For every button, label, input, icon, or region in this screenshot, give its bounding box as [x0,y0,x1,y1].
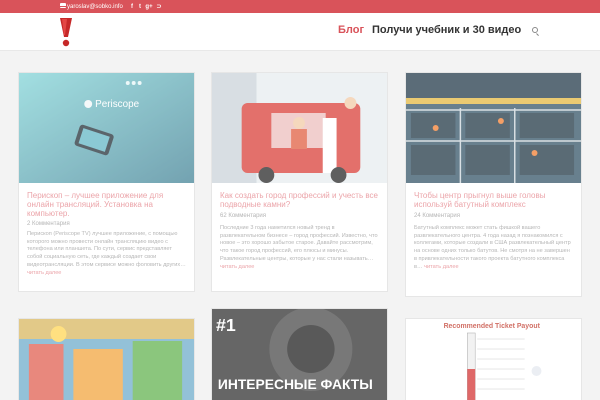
top-bar: yaroslav@sobko.info f t g+ ⊃ [0,0,600,13]
post-excerpt: Последние 3 года наметился новый тренд в… [220,225,380,271]
post-thumbnail-interesting-facts[interactable]: #1 ИНТЕРЕСНЫЕ ФАКТЫ [212,309,387,400]
post-thumbnail-ticket-payout[interactable]: Recommended Ticket Payout [406,319,581,400]
post-card [18,318,195,400]
post-title[interactable]: Перископ – лучшее приложение для онлайн … [27,191,187,218]
post-thumbnail-periscope[interactable]: Periscope [19,73,194,183]
search-icon[interactable] [532,27,538,33]
post-card: #1 ИНТЕРЕСНЫЕ ФАКТЫ [211,308,388,400]
twitter-icon[interactable]: t [136,1,144,12]
post-excerpt: Батутный комплекс может стать фишкой ваш… [414,225,574,271]
post-card: Periscope Перископ – лучшее приложение д… [18,72,195,292]
facebook-icon[interactable]: f [128,1,136,12]
post-card: Чтобы центр прыгнул выше головы использу… [405,72,582,297]
nav-blog[interactable]: Блог [338,24,364,36]
post-thumbnail-playground[interactable] [19,319,194,400]
read-more-link[interactable]: читать далее [220,264,254,270]
post-comments-count[interactable]: 2 Комментария [27,221,70,227]
logo-exclamation-icon[interactable] [59,17,73,47]
post-comments-count[interactable]: 62 Комментария [220,213,266,219]
thumbnail-caption: ИНТЕРЕСНЫЕ ФАКТЫ [218,376,373,392]
post-thumbnail-fire-truck[interactable] [212,73,387,183]
read-more-link[interactable]: читать далее [27,270,61,276]
nav-get-textbook[interactable]: Получи учебник и 30 видео [372,24,521,36]
post-thumbnail-trampoline[interactable] [406,73,581,183]
post-excerpt-text: Перископ (Periscope TV) лучшее приложени… [27,231,186,268]
post-title[interactable]: Как создать город профессий и учесть все… [220,191,380,209]
google-plus-icon[interactable]: g+ [145,1,153,12]
thumbnail-caption: Recommended Ticket Payout [444,323,541,330]
rss-icon[interactable]: ⊃ [155,1,163,12]
thumbnail-caption: Periscope [95,99,139,110]
post-comments-count[interactable]: 24 Комментария [414,213,460,219]
thumbnail-number: #1 [216,315,236,335]
post-title[interactable]: Чтобы центр прыгнул выше головы использу… [414,191,574,209]
contact-email[interactable]: yaroslav@sobko.info [67,1,123,12]
post-card: Как создать город профессий и учесть все… [211,72,388,292]
post-card: Recommended Ticket Payout [405,318,582,400]
read-more-link[interactable]: читать далее [424,264,458,270]
post-excerpt: Перископ (Periscope TV) лучшее приложени… [27,231,187,277]
envelope-icon [60,3,66,8]
post-excerpt-text: Последние 3 года наметился новый тренд в… [220,225,378,262]
